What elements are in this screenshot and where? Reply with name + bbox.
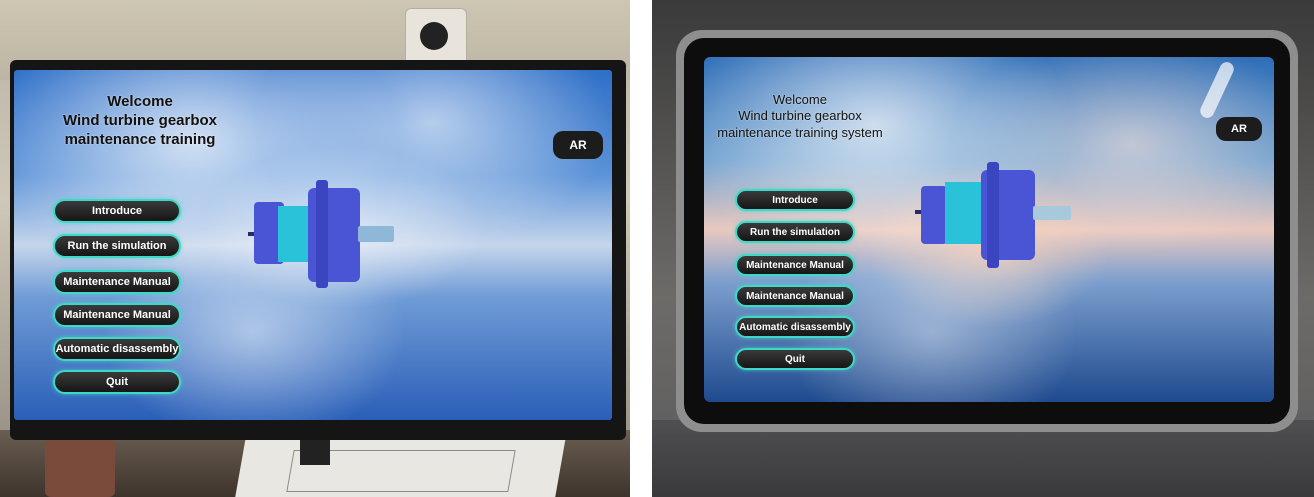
plug	[420, 22, 448, 50]
ar-button[interactable]: AR	[553, 131, 603, 159]
maintenance-manual-button-tablet-2[interactable]: Maintenance Manual	[735, 285, 855, 307]
gearbox-model	[248, 180, 394, 288]
title-line: maintenance training system	[717, 124, 883, 140]
ar-button-tablet[interactable]: AR	[1216, 117, 1262, 141]
quit-button-tablet[interactable]: Quit	[735, 348, 855, 370]
welcome-title-tablet: Welcome Wind turbine gearbox maintenance…	[705, 92, 895, 141]
introduce-button[interactable]: Introduce	[53, 199, 181, 223]
automatic-disassembly-button-tablet[interactable]: Automatic disassembly	[735, 316, 855, 338]
title-line: Welcome	[107, 93, 173, 110]
run-simulation-button-tablet[interactable]: Run the simulation	[735, 221, 855, 243]
run-simulation-button[interactable]: Run the simulation	[53, 234, 181, 258]
welcome-title-monitor: Welcome Wind turbine gearbox maintenance…	[40, 93, 240, 149]
gearbox-model-tablet	[915, 162, 1071, 268]
automatic-disassembly-button[interactable]: Automatic disassembly	[53, 337, 181, 361]
title-line: Welcome	[773, 92, 827, 107]
maintenance-manual-button[interactable]: Maintenance Manual	[53, 270, 181, 294]
maintenance-manual-button-tablet[interactable]: Maintenance Manual	[735, 254, 855, 276]
title-line: maintenance training	[64, 130, 216, 148]
title-line: Wind turbine gearbox	[738, 108, 862, 124]
quit-button[interactable]: Quit	[53, 370, 181, 394]
introduce-button-tablet[interactable]: Introduce	[735, 189, 855, 211]
cup	[45, 440, 115, 497]
title-line: Wind turbine gearbox	[62, 111, 218, 129]
maintenance-manual-button-2[interactable]: Maintenance Manual	[53, 303, 181, 327]
